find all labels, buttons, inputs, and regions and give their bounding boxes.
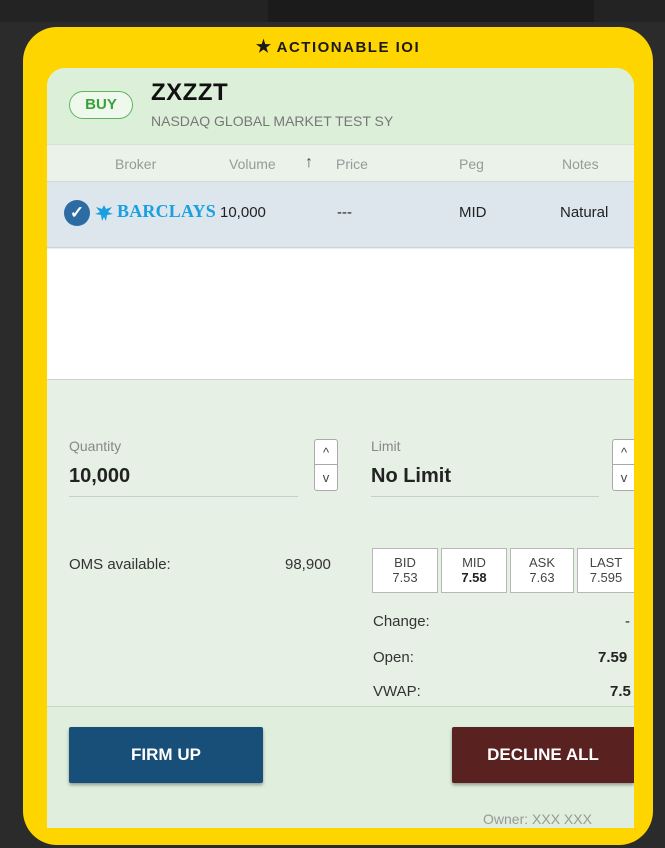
row-price: --- — [337, 204, 352, 221]
column-peg[interactable]: Peg — [459, 156, 484, 172]
quantity-input[interactable]: 10,000 — [69, 465, 130, 488]
ioi-header: BUY ZXZZT NASDAQ GLOBAL MARKET TEST SY — [47, 68, 634, 144]
row-peg: MID — [459, 204, 487, 221]
symbol: ZXZZT — [151, 79, 229, 106]
table-header: Broker Volume ↑ Price Peg Notes — [47, 144, 634, 182]
column-price[interactable]: Price — [336, 156, 368, 172]
window-top-strip — [0, 0, 665, 22]
sort-arrow-icon[interactable]: ↑ — [305, 154, 313, 172]
owner-label: Owner: XXX XXX — [483, 811, 592, 827]
bid-value: 7.53 — [392, 570, 418, 585]
last-value: 7.595 — [589, 570, 623, 585]
quantity-up-icon[interactable]: ^ — [315, 440, 337, 465]
ask-value: 7.63 — [529, 570, 555, 585]
top-strip-tab — [268, 0, 594, 22]
star-icon: ★ — [255, 37, 273, 56]
vwap-value: 7.5 — [610, 683, 631, 700]
column-notes[interactable]: Notes — [562, 156, 599, 172]
change-label: Change: — [373, 613, 430, 630]
limit-down-icon[interactable]: v — [613, 465, 634, 490]
vwap-label: VWAP: — [373, 683, 421, 700]
oms-available-value: 98,900 — [285, 556, 331, 573]
limit-label: Limit — [371, 438, 401, 454]
ioi-card: ★ ACTIONABLE IOI BUY ZXZZT NASDAQ GLOBAL … — [23, 27, 653, 845]
column-broker[interactable]: Broker — [115, 156, 156, 172]
exchange-name: NASDAQ GLOBAL MARKET TEST SY — [151, 113, 394, 129]
mid-quote[interactable]: MID 7.58 — [441, 548, 507, 593]
ioi-panel: BUY ZXZZT NASDAQ GLOBAL MARKET TEST SY B… — [47, 68, 634, 828]
side-badge: BUY — [69, 91, 133, 119]
quantity-label: Quantity — [69, 438, 122, 454]
firm-up-button[interactable]: FIRM UP — [69, 727, 263, 783]
quantity-underline — [69, 496, 298, 497]
open-value: 7.59 — [598, 649, 628, 666]
row-volume: 10,000 — [220, 204, 266, 221]
row-notes: Natural — [560, 204, 609, 221]
last-quote[interactable]: LAST 7.595 — [577, 548, 634, 593]
limit-underline — [371, 496, 599, 497]
oms-available-label: OMS available: — [69, 556, 171, 573]
quantity-down-icon[interactable]: v — [315, 465, 337, 490]
ask-quote[interactable]: ASK 7.63 — [510, 548, 574, 593]
decline-all-button[interactable]: DECLINE ALL — [452, 727, 634, 783]
change-value: - — [625, 613, 630, 630]
banner-title: ACTIONABLE IOI — [276, 39, 421, 56]
mid-value: 7.58 — [461, 570, 487, 585]
table-empty-area — [47, 249, 634, 380]
broker-name: BARCLAYS — [117, 201, 216, 221]
bid-label: BID — [394, 555, 416, 570]
open-label: Open: — [373, 649, 414, 666]
limit-stepper[interactable]: ^ v — [612, 439, 634, 491]
ioi-banner: ★ ACTIONABLE IOI — [23, 27, 653, 67]
mid-label: MID — [462, 555, 486, 570]
table-row[interactable]: ✓ BARCLAYS 10,000 --- MID Natural — [47, 182, 634, 248]
column-volume[interactable]: Volume — [229, 156, 276, 172]
bid-quote[interactable]: BID 7.53 — [372, 548, 438, 593]
limit-input[interactable]: No Limit — [371, 465, 451, 488]
ask-label: ASK — [528, 555, 555, 570]
eagle-icon — [95, 205, 113, 221]
limit-up-icon[interactable]: ^ — [613, 440, 634, 465]
last-label: LAST — [589, 555, 623, 570]
action-footer: FIRM UP DECLINE ALL — [47, 706, 634, 828]
quantity-stepper[interactable]: ^ v — [314, 439, 338, 491]
check-icon[interactable]: ✓ — [64, 200, 90, 226]
